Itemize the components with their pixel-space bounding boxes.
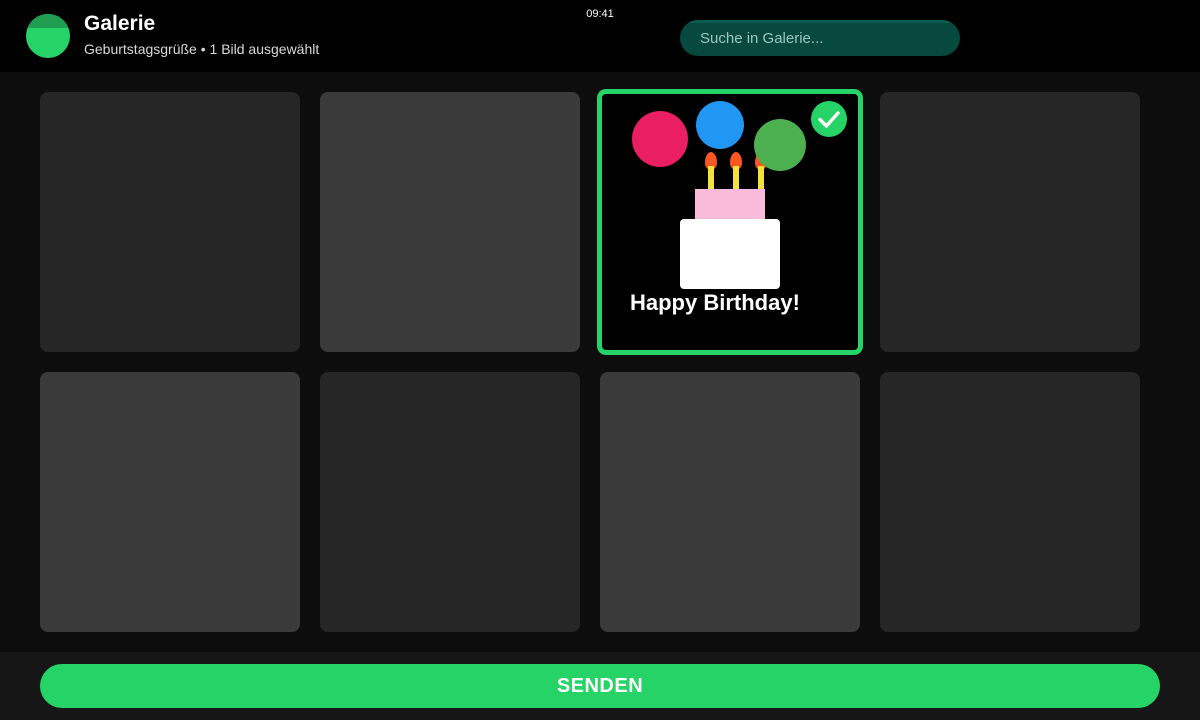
- selected-check-badge[interactable]: [811, 101, 847, 137]
- gallery-tile-1[interactable]: [40, 92, 300, 352]
- gallery-tile-selected[interactable]: Happy Birthday!: [597, 89, 863, 355]
- gallery-tile-5[interactable]: [40, 372, 300, 632]
- app-header: Galerie Geburtstagsgrüße • 1 Bild ausgew…: [0, 0, 1200, 72]
- search-input[interactable]: [680, 20, 960, 56]
- gallery-tile-4[interactable]: [880, 92, 1140, 352]
- blue-balloon: [696, 101, 744, 149]
- pink-balloon: [632, 111, 688, 167]
- send-button[interactable]: SENDEN: [40, 664, 1160, 708]
- gallery-tile-2[interactable]: [320, 92, 580, 352]
- gallery-tile-7[interactable]: [600, 372, 860, 632]
- gallery-app: Galerie Geburtstagsgrüße • 1 Bild ausgew…: [0, 0, 1200, 720]
- avatar[interactable]: [26, 14, 70, 58]
- gallery-tile-8[interactable]: [880, 372, 1140, 632]
- greeting-text: Happy Birthday!: [630, 290, 800, 315]
- action-footer: SENDEN: [0, 652, 1200, 720]
- green-balloon: [754, 119, 806, 171]
- page-subtitle: Geburtstagsgrüße • 1 Bild ausgewählt: [84, 41, 320, 57]
- status-clock: 09:41: [586, 8, 614, 20]
- gallery-grid: Happy Birthday!: [0, 72, 1200, 652]
- cake-base-tier: [680, 219, 780, 289]
- search-bar[interactable]: [680, 20, 960, 56]
- check-icon: [818, 111, 840, 128]
- gallery-tile-6[interactable]: [320, 372, 580, 632]
